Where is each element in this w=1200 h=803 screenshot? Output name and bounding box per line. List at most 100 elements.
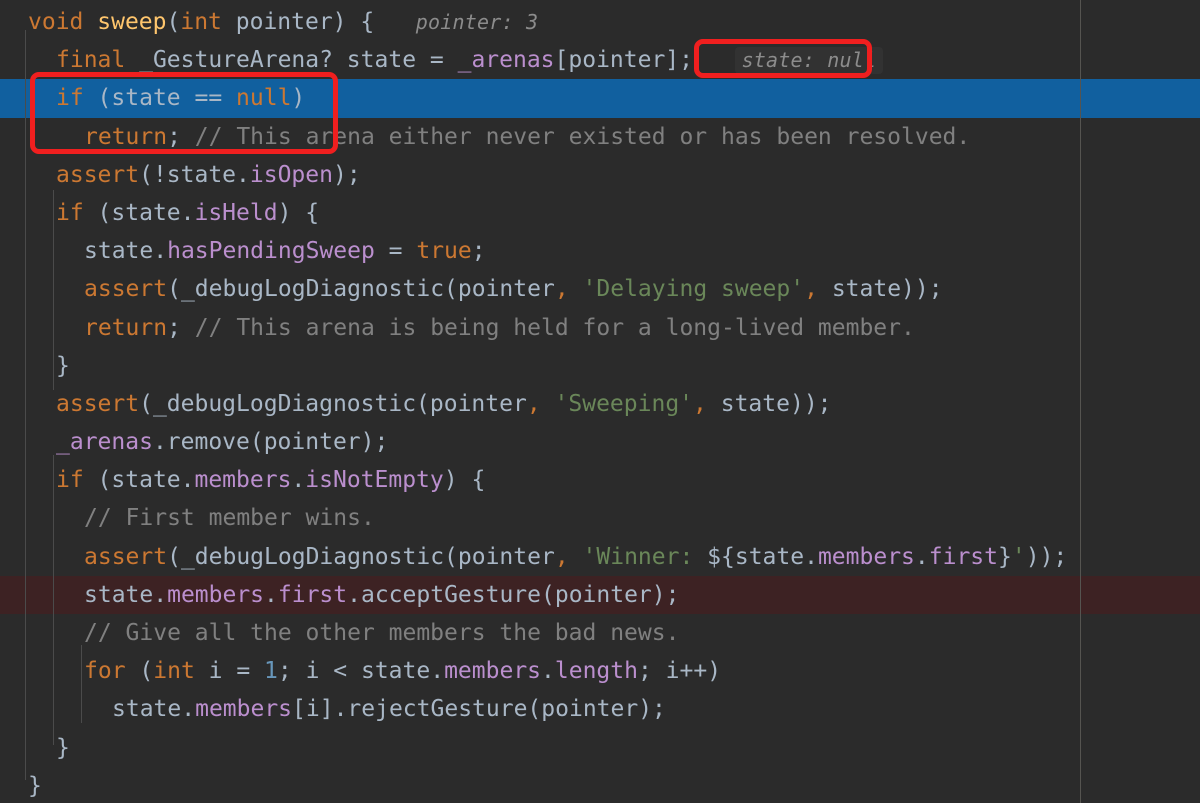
code-token: 1 — [264, 658, 278, 685]
inline-parameter-hint[interactable]: state: null — [734, 47, 884, 75]
code-token: (!state. — [139, 161, 250, 188]
code-token: ; — [471, 238, 486, 265]
code-token: _GestureArena? state = — [125, 47, 458, 74]
code-token: assert — [84, 276, 168, 303]
code-line[interactable]: } — [0, 767, 1200, 803]
code-line[interactable]: assert(_debugLogDiagnostic(pointer, 'Swe… — [0, 385, 1200, 423]
code-line[interactable]: // Give all the other members the bad ne… — [0, 614, 1200, 652]
code-line[interactable]: if (state.members.isNotEmpty) { — [0, 461, 1200, 499]
code-line[interactable]: // First member wins. — [0, 499, 1200, 537]
code-token: // This arena either never existed or ha… — [194, 123, 971, 150]
code-token: isOpen — [249, 161, 333, 188]
code-token: ; i < state. — [277, 658, 445, 685]
code-line[interactable]: assert(_debugLogDiagnostic(pointer, 'Del… — [0, 270, 1200, 308]
code-line[interactable]: final _GestureArena? state = _arenas[poi… — [0, 41, 1200, 79]
code-token: state. — [84, 581, 168, 608]
code-token: return — [84, 123, 168, 150]
code-token: final — [56, 47, 126, 74]
code-token: ; — [167, 314, 195, 341]
code-token: isHeld — [194, 199, 278, 226]
code-token: .remove(pointer); — [152, 429, 389, 456]
code-token: ) { — [443, 467, 486, 494]
code-token: members — [444, 658, 542, 685]
code-token: members — [194, 467, 292, 494]
code-line[interactable]: return; // This arena is being held for … — [0, 309, 1200, 347]
code-line[interactable]: } — [0, 347, 1200, 385]
indent-guide-line — [25, 30, 26, 780]
code-line[interactable]: if (state == null) — [0, 79, 1200, 118]
code-token: true — [416, 238, 472, 265]
code-token: , — [526, 390, 541, 417]
code-token: , — [693, 390, 707, 417]
hint-spacer — [374, 9, 416, 35]
code-line[interactable]: if (state.isHeld) { — [0, 194, 1200, 232]
code-token: first — [928, 543, 998, 570]
code-token: (state. — [83, 199, 195, 226]
code-token: . — [291, 467, 306, 494]
code-token: .acceptGesture(pointer); — [347, 581, 680, 608]
code-token: if — [56, 199, 84, 226]
code-line[interactable]: state.hasPendingSweep = true; — [0, 232, 1200, 270]
code-token: null — [236, 85, 292, 112]
code-line[interactable]: state.members[i].rejectGesture(pointer); — [0, 690, 1200, 728]
code-token: int — [153, 658, 195, 685]
code-lines-container[interactable]: void sweep(int pointer) { pointer: 3 fina… — [0, 0, 1200, 803]
code-token: = — [374, 238, 417, 265]
code-token: ; — [167, 123, 195, 150]
code-token: assert — [56, 390, 140, 417]
code-token: , — [554, 276, 569, 303]
code-token: i = — [194, 658, 265, 685]
code-token: (_debugLogDiagnostic(pointer — [167, 543, 555, 570]
code-token: , — [554, 543, 569, 570]
code-token: pointer) { — [221, 9, 375, 35]
code-token: state)); — [706, 390, 832, 417]
code-line[interactable]: } — [0, 729, 1200, 767]
code-line[interactable]: return; // This arena either never exist… — [0, 118, 1200, 156]
code-token: (_debugLogDiagnostic(pointer — [167, 276, 555, 303]
code-token: 'Delaying sweep' — [582, 276, 805, 303]
code-token: } — [56, 352, 70, 379]
right-margin-ruler — [1080, 0, 1081, 803]
code-line[interactable]: assert(!state.isOpen); — [0, 156, 1200, 194]
indent-guide-line — [53, 455, 54, 745]
code-token: _arenas — [56, 429, 153, 456]
code-token: ${state. — [707, 543, 818, 570]
code-token: [pointer]; — [554, 47, 694, 74]
code-token: ' — [1011, 543, 1026, 570]
indent-guide-line — [81, 645, 82, 723]
code-token: // Give all the other members the bad ne… — [84, 620, 680, 646]
code-token: if — [56, 85, 84, 112]
code-token: (state. — [83, 467, 195, 494]
code-token: . — [264, 581, 278, 608]
inline-parameter-hint[interactable]: pointer: 3 — [416, 10, 538, 34]
code-line[interactable]: for (int i = 1; i < state.members.length… — [0, 652, 1200, 690]
code-editor-viewport[interactable]: void sweep(int pointer) { pointer: 3 fina… — [0, 0, 1200, 803]
code-token: _arenas — [457, 47, 555, 74]
code-token: if — [56, 467, 84, 494]
code-line[interactable]: _arenas.remove(pointer); — [0, 423, 1200, 461]
code-token: // This arena is being held for a long-l… — [194, 314, 915, 341]
code-line[interactable]: void sweep(int pointer) { pointer: 3 — [0, 3, 1200, 41]
code-token: )); — [1025, 543, 1068, 570]
code-token: } — [56, 734, 70, 761]
code-line[interactable]: state.members.first.acceptGesture(pointe… — [0, 575, 1200, 614]
code-token: int — [180, 9, 222, 35]
code-token: return — [84, 314, 168, 341]
code-token: } — [28, 772, 42, 799]
code-token: (_debugLogDiagnostic(pointer — [139, 390, 527, 417]
code-token: 'Winner: — [582, 543, 708, 570]
code-token: 'Sweeping' — [554, 390, 694, 417]
code-token: (state == — [83, 85, 237, 112]
code-token: . — [914, 543, 929, 570]
code-token: [i].rejectGesture(pointer); — [292, 696, 666, 723]
code-token: assert — [56, 161, 140, 188]
code-token: sweep — [97, 9, 167, 35]
code-token: first — [277, 581, 348, 608]
hint-spacer — [693, 47, 735, 73]
code-line[interactable]: assert(_debugLogDiagnostic(pointer, 'Win… — [0, 538, 1200, 576]
code-token: state. — [84, 238, 168, 265]
